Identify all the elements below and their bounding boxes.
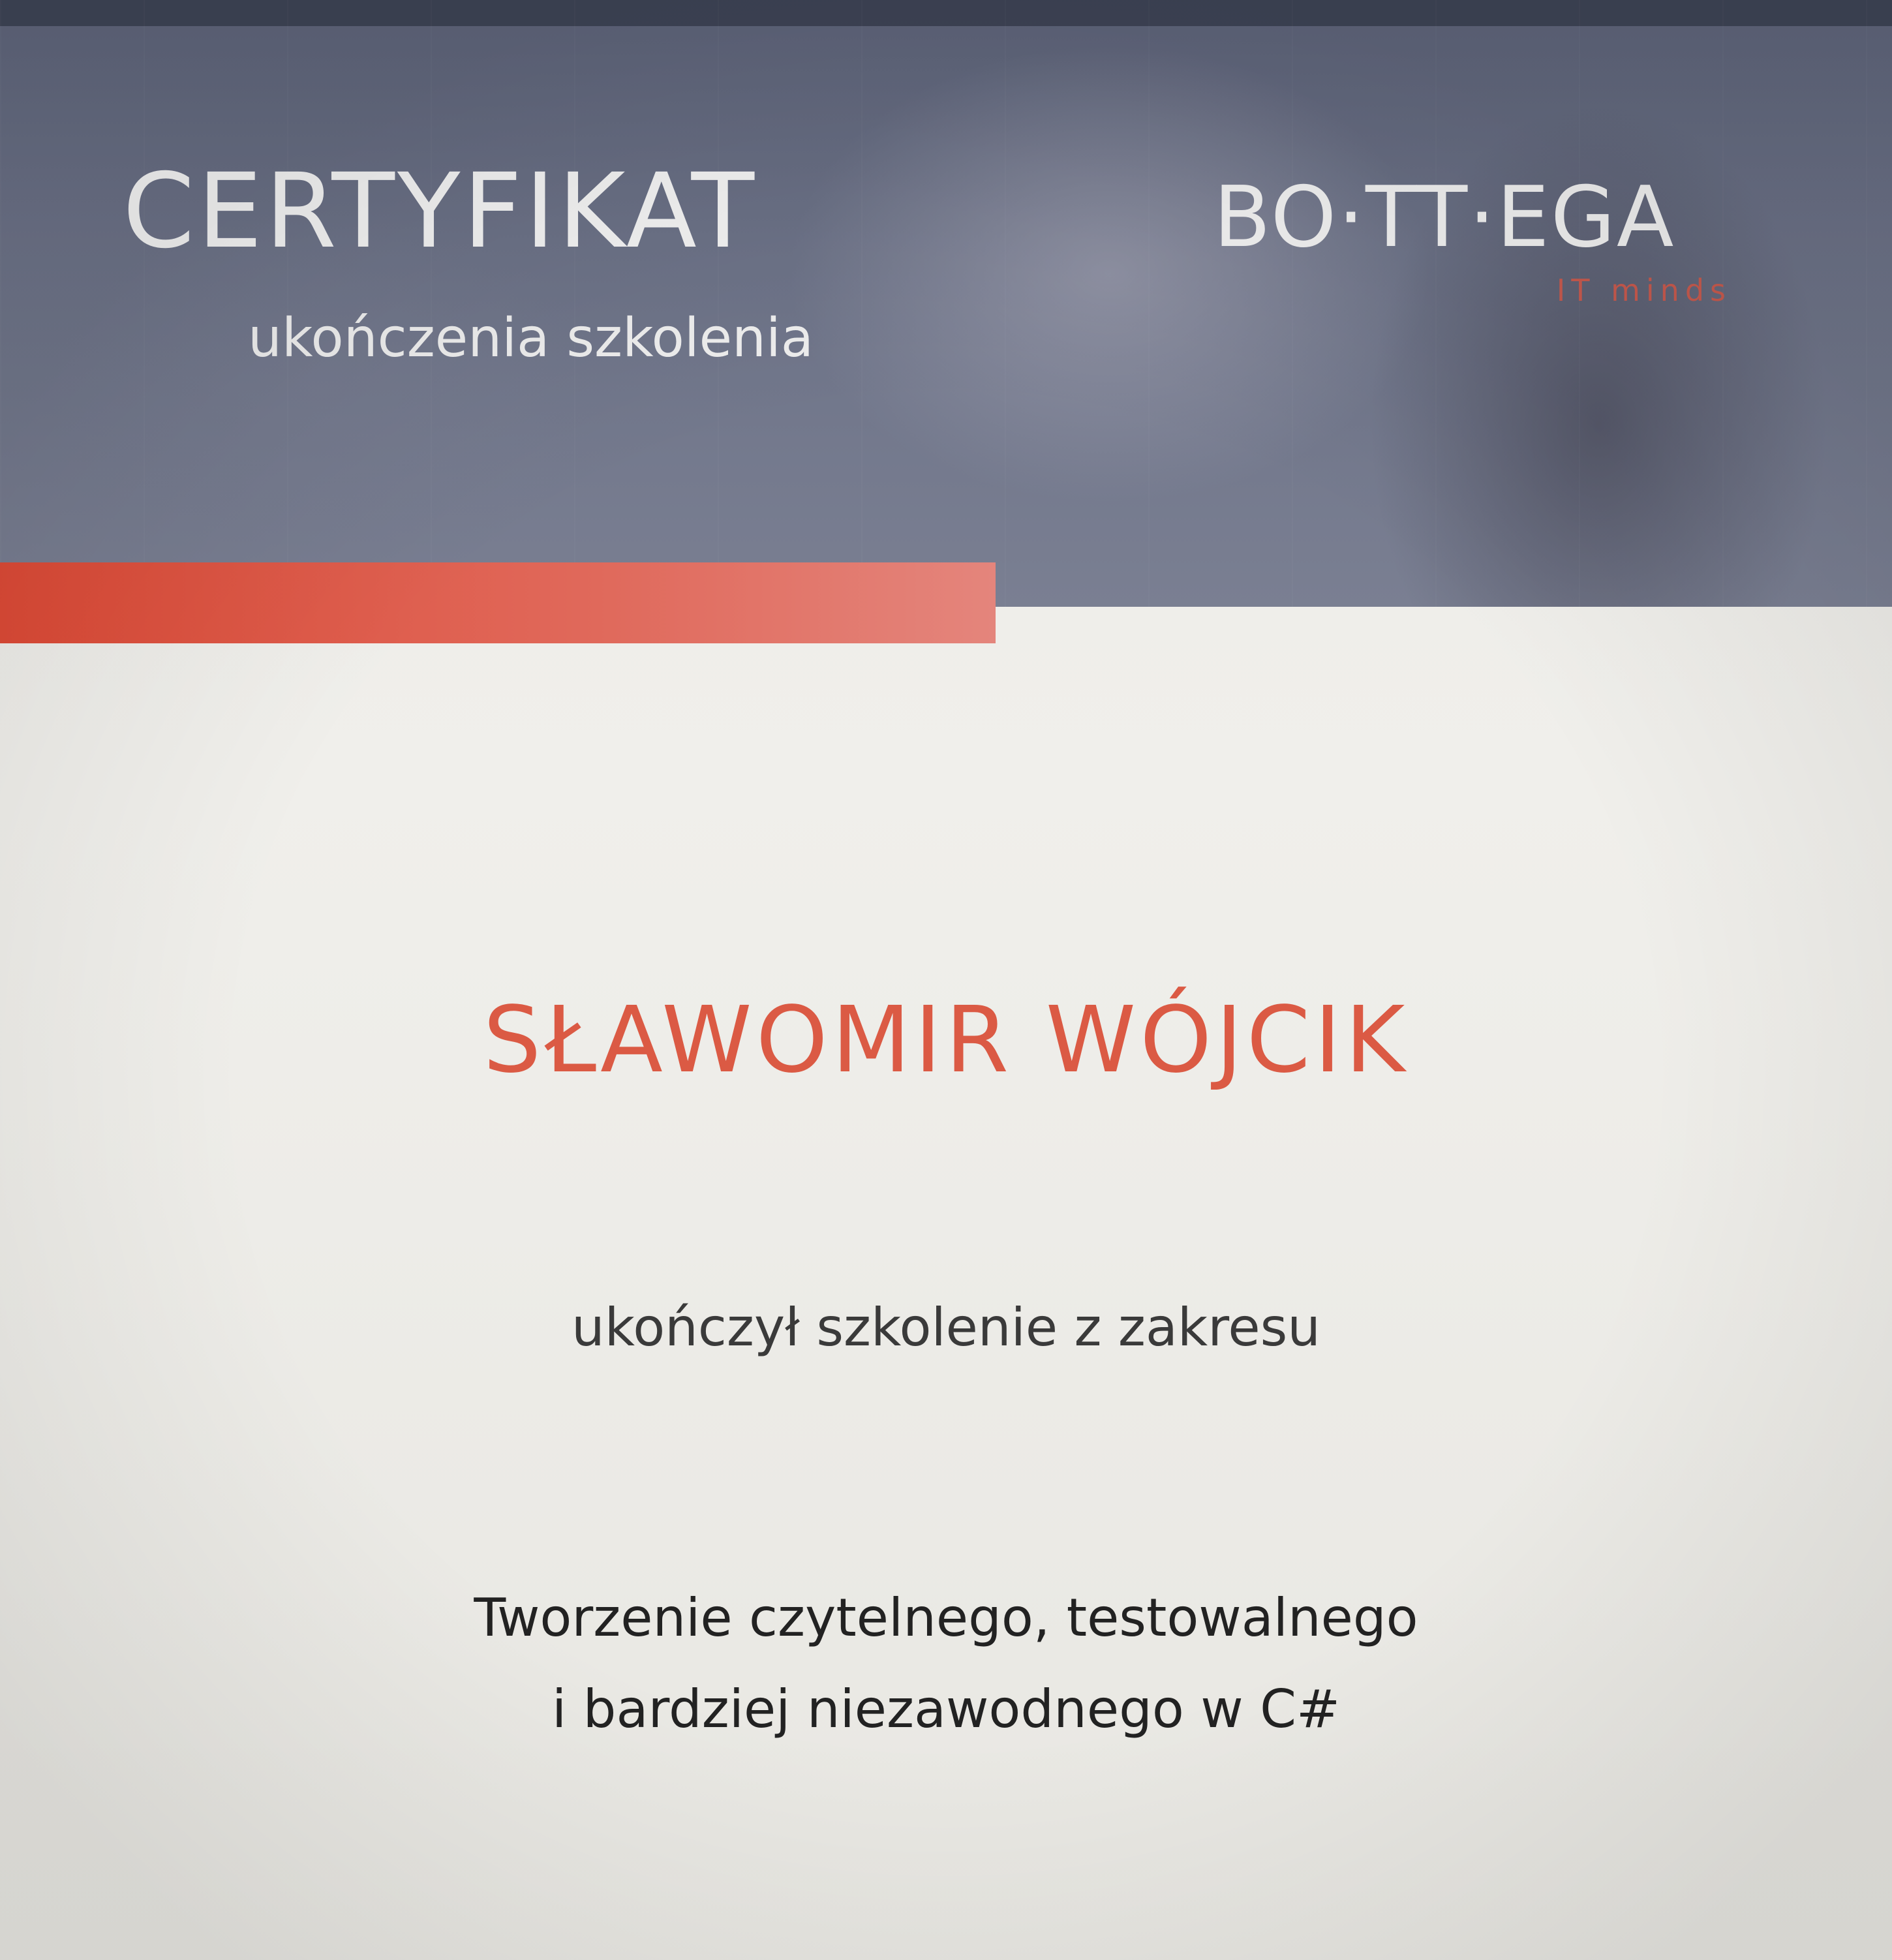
certificate-title: CERTYFIKAT (123, 151, 757, 271)
course-title-line: i bardziej niezawodnego w C# (552, 1679, 1340, 1739)
bottega-logo: BO·TT·EGA IT minds (1213, 169, 1735, 306)
header-band: CERTYFIKAT ukończenia szkolenia BO·TT·EG… (0, 0, 1892, 607)
certificate-subtitle: ukończenia szkolenia (248, 307, 814, 369)
logo-wordmark: BO·TT·EGA (1213, 169, 1675, 266)
accent-bar (0, 562, 996, 643)
certificate: CERTYFIKAT ukończenia szkolenia BO·TT·EG… (0, 0, 1892, 1960)
course-title-line: Tworzenie czytelnego, testowalnego (474, 1587, 1418, 1648)
logo-tagline: IT minds (1556, 273, 1732, 308)
completion-text: ukończył szkolenie z zakresu (572, 1297, 1320, 1358)
course-title: Tworzenie czytelnego, testowalnego i bar… (0, 1572, 1892, 1755)
recipient-name: SŁAWOMIR WÓJCIK (483, 987, 1409, 1094)
